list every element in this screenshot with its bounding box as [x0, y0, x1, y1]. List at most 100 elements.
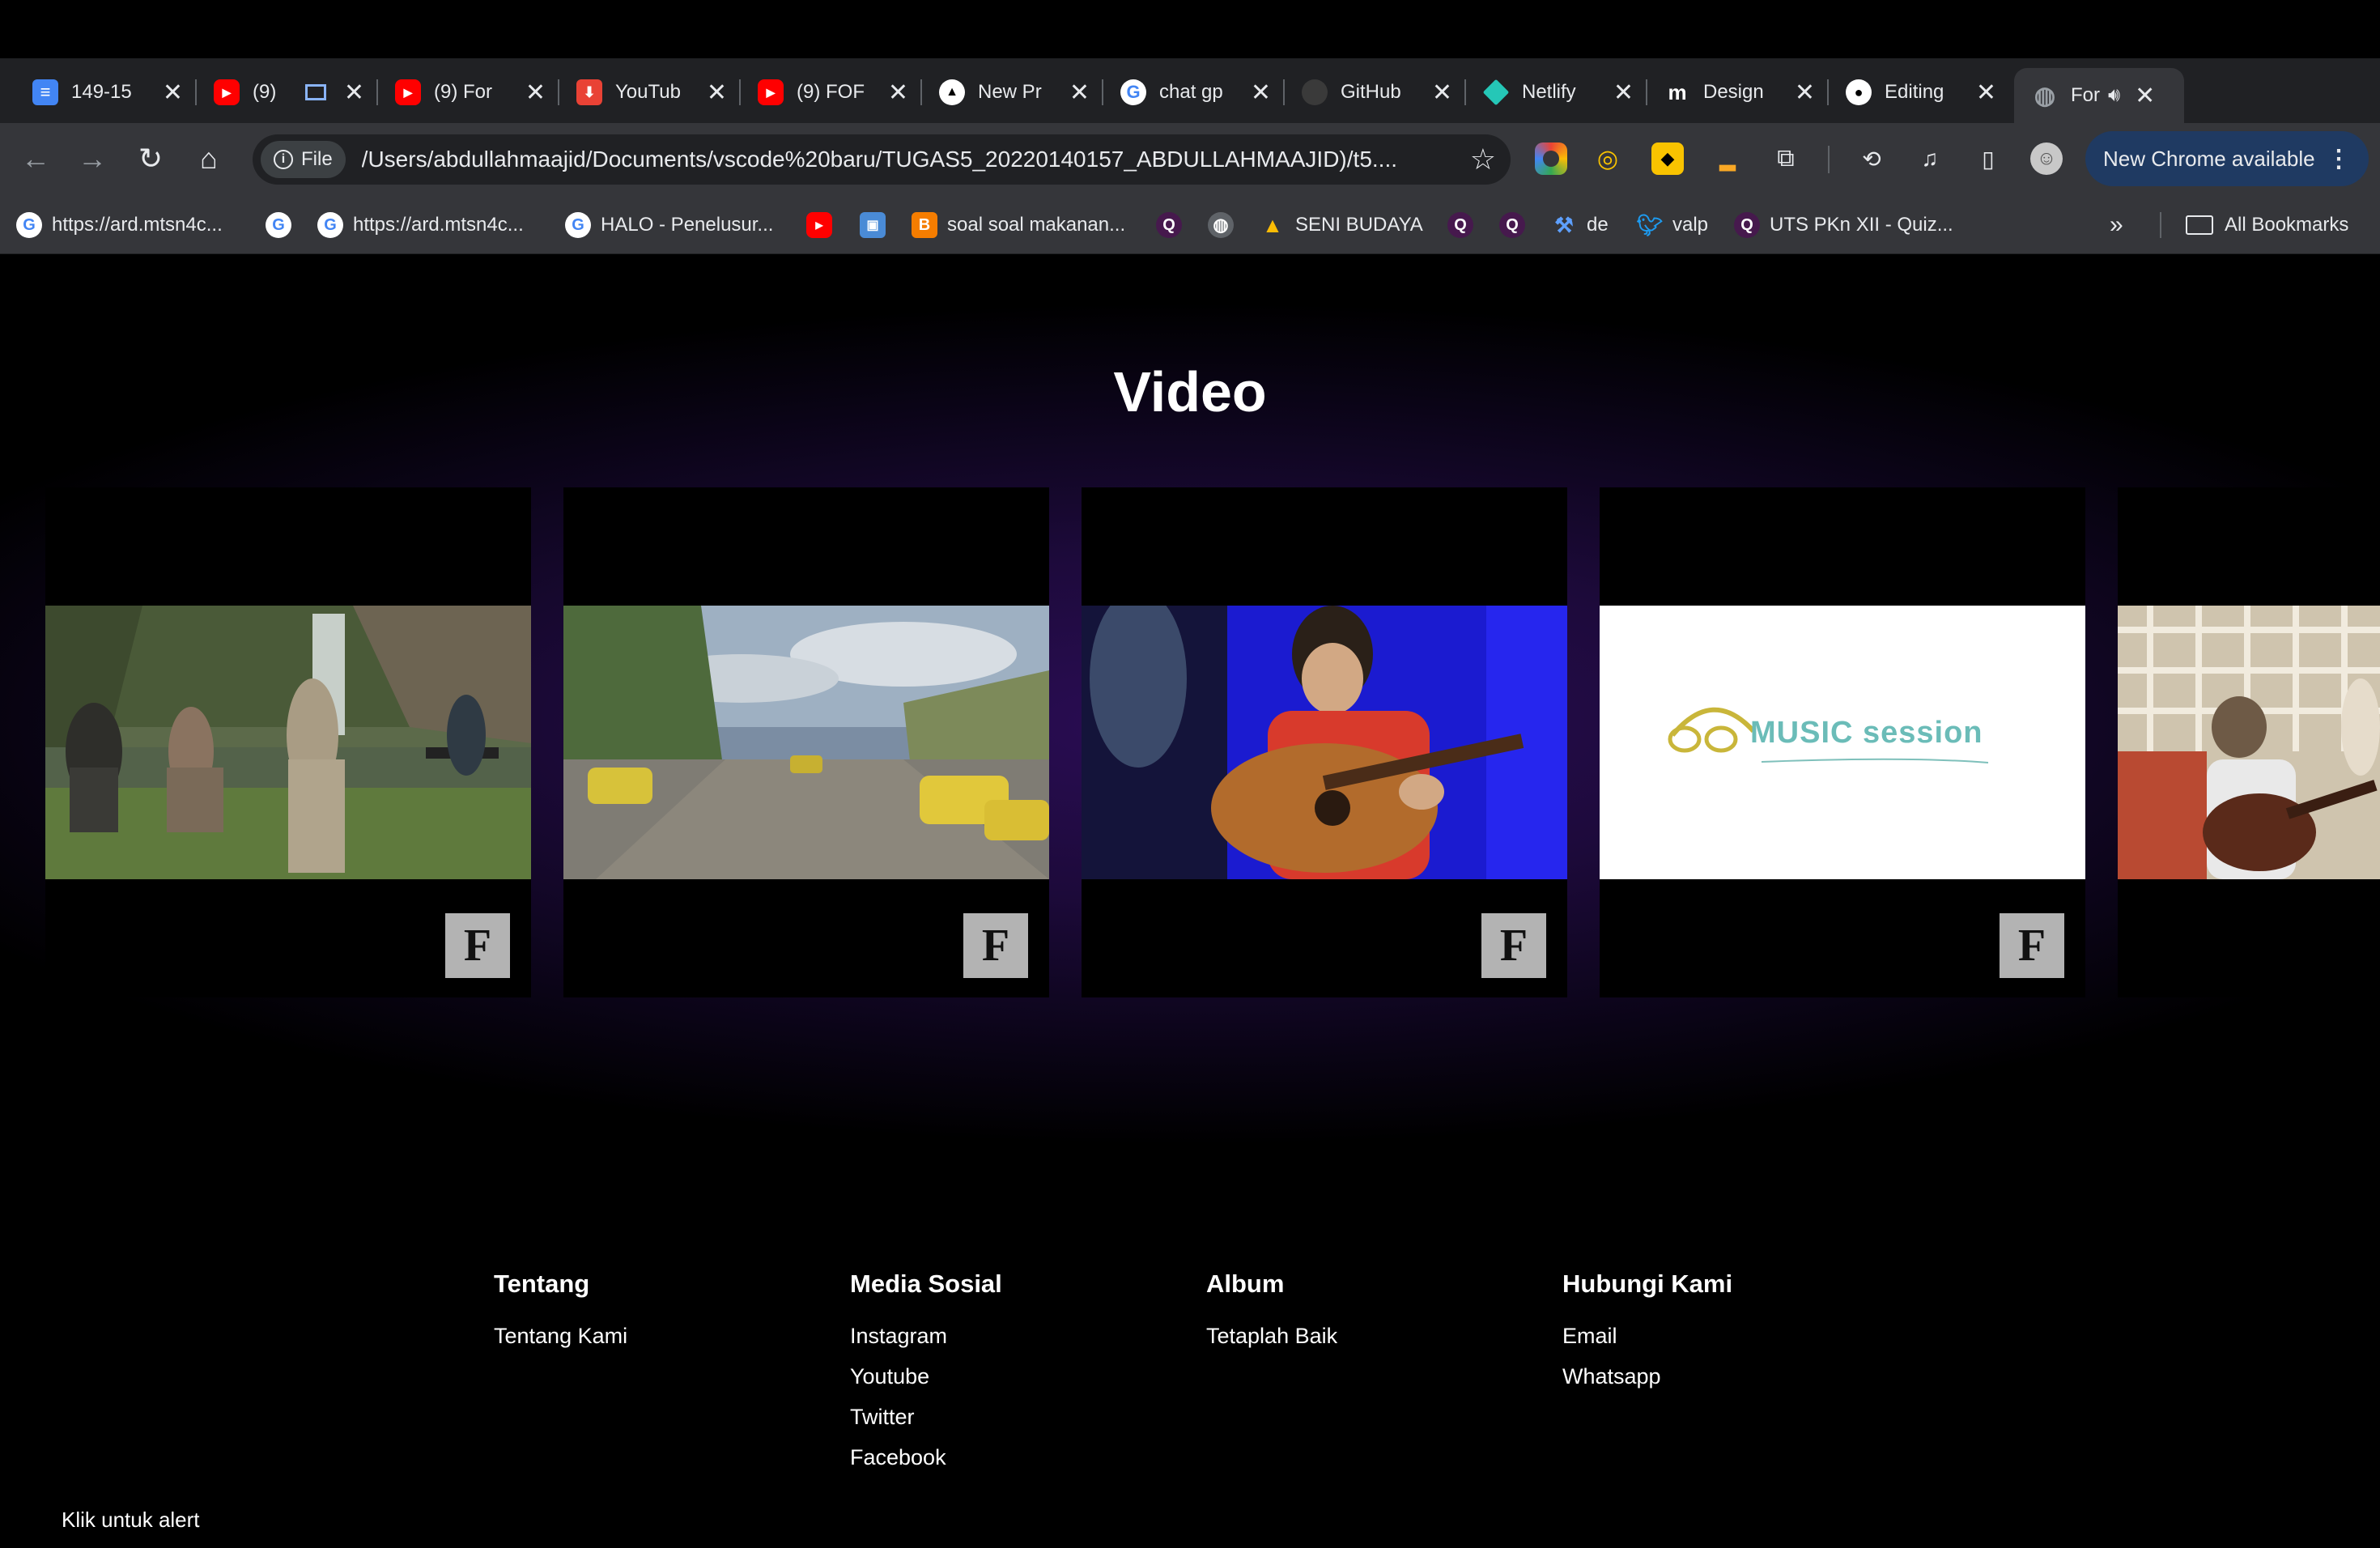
video-card[interactable]: F	[45, 487, 531, 997]
close-icon[interactable]: ✕	[888, 79, 908, 107]
footer-link-instagram[interactable]: Instagram	[850, 1320, 1002, 1360]
video-card[interactable]: MUSIC session F	[1600, 487, 2085, 997]
bookmark-google[interactable]: G	[266, 209, 301, 241]
bookmark-quizizz-1[interactable]: Q	[1156, 209, 1192, 241]
dark-extension-icon[interactable]: ▂	[1711, 142, 1744, 175]
tab-docs[interactable]: ≡ 149-15 ✕	[15, 68, 197, 117]
bookmarks-bar: Ghttps://ard.mtsn4c... G Ghttps://ard.mt…	[0, 196, 2380, 254]
github-icon	[1302, 79, 1328, 105]
bookmark-youtube[interactable]: ▶	[806, 209, 842, 241]
bookmark-quizizz-3[interactable]: Q	[1499, 209, 1535, 241]
tab-github-editing[interactable]: ● Editing ✕	[1828, 68, 2009, 117]
section-title: Video	[1113, 360, 1267, 423]
footer-link-email[interactable]: Email	[1562, 1320, 1732, 1360]
bookmark-quizizz-2[interactable]: Q	[1447, 209, 1483, 241]
bookmark-app[interactable]: ▣	[860, 209, 895, 241]
home-button[interactable]: ⌂	[188, 138, 230, 180]
new-chrome-available-button[interactable]: New Chrome available ⋮	[2085, 131, 2369, 186]
close-icon[interactable]: ✕	[1432, 79, 1452, 107]
side-panel-icon[interactable]: ▯	[1972, 142, 2004, 175]
channel-logo-icon: F	[2000, 913, 2064, 978]
footer-link-twitter[interactable]: Twitter	[850, 1401, 1002, 1441]
tab-youtube-3[interactable]: ▶ (9) FOF ✕	[740, 68, 922, 117]
music-session-logo-text: MUSIC session	[1750, 716, 1983, 750]
color-picker-extension-icon[interactable]	[1535, 142, 1567, 175]
footer-column-media-sosial: Media Sosial Instagram Youtube Twitter F…	[850, 1269, 1002, 1482]
tab-design[interactable]: m Design ✕	[1647, 68, 1829, 117]
footer-link-tetaplah-baik[interactable]: Tetaplah Baik	[1206, 1320, 1337, 1360]
tab-active-page[interactable]: ◍ For 🔊︎ ✕	[2014, 68, 2184, 123]
tab-youtube-downloader[interactable]: ⬇ YouTub ✕	[559, 68, 741, 117]
video-thumbnail[interactable]: MUSIC session	[1600, 606, 2085, 879]
tab-vercel[interactable]: ▲ New Pr ✕	[921, 68, 1103, 117]
close-icon[interactable]: ✕	[707, 79, 727, 107]
back-button[interactable]: ←	[15, 138, 57, 180]
close-icon[interactable]: ✕	[163, 79, 183, 107]
close-icon[interactable]: ✕	[525, 79, 546, 107]
app-icon: ▣	[860, 212, 886, 238]
address-bar[interactable]: i File /Users/abdullahmaajid/Documents/v…	[253, 134, 1511, 185]
extensions-puzzle-icon[interactable]: ⧉	[1770, 142, 1802, 175]
footer-column-tentang: Tentang Tentang Kami	[494, 1269, 627, 1360]
youtube-icon: ▶	[758, 79, 784, 105]
url-text[interactable]: /Users/abdullahmaajid/Documents/vscode%2…	[362, 147, 1479, 172]
google-icon: G	[16, 212, 42, 238]
web-page: Video F F F MUSIC session F Tentang Tent…	[0, 254, 2380, 1548]
site-info-chip[interactable]: i File	[261, 141, 346, 178]
footer-link-facebook[interactable]: Facebook	[850, 1441, 1002, 1482]
close-icon[interactable]: ✕	[1069, 79, 1090, 107]
google-icon: G	[565, 212, 591, 238]
alert-trigger[interactable]: Klik untuk alert	[62, 1508, 200, 1533]
close-icon[interactable]: ✕	[1251, 79, 1271, 107]
tab-github[interactable]: GitHub ✕	[1284, 68, 1466, 117]
video-thumbnail[interactable]	[45, 606, 531, 879]
bookmark-seni-budaya[interactable]: ▲ SENI BUDAYA	[1260, 209, 1423, 241]
tab-youtube-2[interactable]: ▶ (9) For ✕	[377, 68, 559, 117]
picture-in-picture-icon	[304, 84, 326, 100]
tab-youtube-1[interactable]: ▶ (9) ✕	[196, 68, 378, 117]
coin-extension-icon[interactable]: ◎	[1592, 142, 1624, 175]
bookmark-de[interactable]: ⚒ de	[1551, 209, 1608, 241]
bookmark-uts-pkn[interactable]: Q UTS PKn XII - Quiz...	[1734, 209, 1953, 241]
bookmark-soal[interactable]: Bsoal soal makanan...	[912, 209, 1125, 241]
close-icon[interactable]: ✕	[344, 79, 364, 107]
more-bookmarks-icon[interactable]: »	[2110, 209, 2123, 241]
footer-link-youtube[interactable]: Youtube	[850, 1360, 1002, 1401]
profile-avatar[interactable]: ☺	[2030, 142, 2063, 175]
video-card[interactable]: F	[563, 487, 1049, 997]
all-bookmarks-button[interactable]: All Bookmarks	[2186, 209, 2348, 241]
close-icon[interactable]: ✕	[2135, 82, 2155, 110]
bookmark-valp[interactable]: 🐦︎ valp	[1637, 209, 1709, 241]
video-thumbnail[interactable]	[2118, 606, 2380, 879]
video-card[interactable]	[2118, 487, 2380, 997]
close-icon[interactable]: ✕	[1795, 79, 1815, 107]
footer-link-tentang-kami[interactable]: Tentang Kami	[494, 1320, 627, 1360]
tab-netlify[interactable]: Netlify ✕	[1465, 68, 1647, 117]
video-thumbnail[interactable]	[563, 606, 1049, 879]
performance-icon[interactable]: ⟲	[1855, 142, 1888, 175]
tab-strip: ≡ 149-15 ✕ ▶ (9) ✕ ▶ (9) For ✕ ⬇ YouTub …	[0, 58, 2380, 168]
close-icon[interactable]: ✕	[1976, 79, 1996, 107]
folder-icon	[2186, 215, 2213, 235]
quizizz-icon: Q	[1499, 212, 1525, 238]
reload-button[interactable]: ↻	[130, 138, 172, 180]
video-thumbnail[interactable]	[1082, 606, 1567, 879]
close-icon[interactable]: ✕	[1613, 79, 1634, 107]
drive-icon: ▲	[1262, 212, 1283, 237]
bookmark-ard-2[interactable]: Ghttps://ard.mtsn4c...	[317, 209, 524, 241]
bookmark-ard-1[interactable]: Ghttps://ard.mtsn4c...	[16, 209, 223, 241]
bookmark-globe[interactable]: ◍	[1208, 209, 1243, 241]
browser-toolbar: ← → ↻ ⌂ i File /Users/abdullahmaajid/Doc…	[0, 123, 2380, 196]
footer-link-whatsapp[interactable]: Whatsapp	[1562, 1360, 1732, 1401]
audio-playing-icon[interactable]: 🔊︎	[2108, 84, 2120, 107]
binance-extension-icon[interactable]: ◆	[1651, 142, 1684, 175]
media-controls-icon[interactable]: ♫	[1914, 142, 1946, 175]
reload-icon: ↻	[138, 142, 164, 175]
forward-button[interactable]: →	[71, 138, 113, 180]
bookmark-star-icon[interactable]: ☆	[1470, 142, 1496, 176]
bookmarks-divider	[2160, 212, 2161, 238]
tab-google-search[interactable]: G chat gp ✕	[1103, 68, 1285, 117]
bookmark-halo[interactable]: G HALO - Penelusur...	[565, 209, 773, 241]
video-card[interactable]: F	[1082, 487, 1567, 997]
google-icon: G	[317, 212, 343, 238]
